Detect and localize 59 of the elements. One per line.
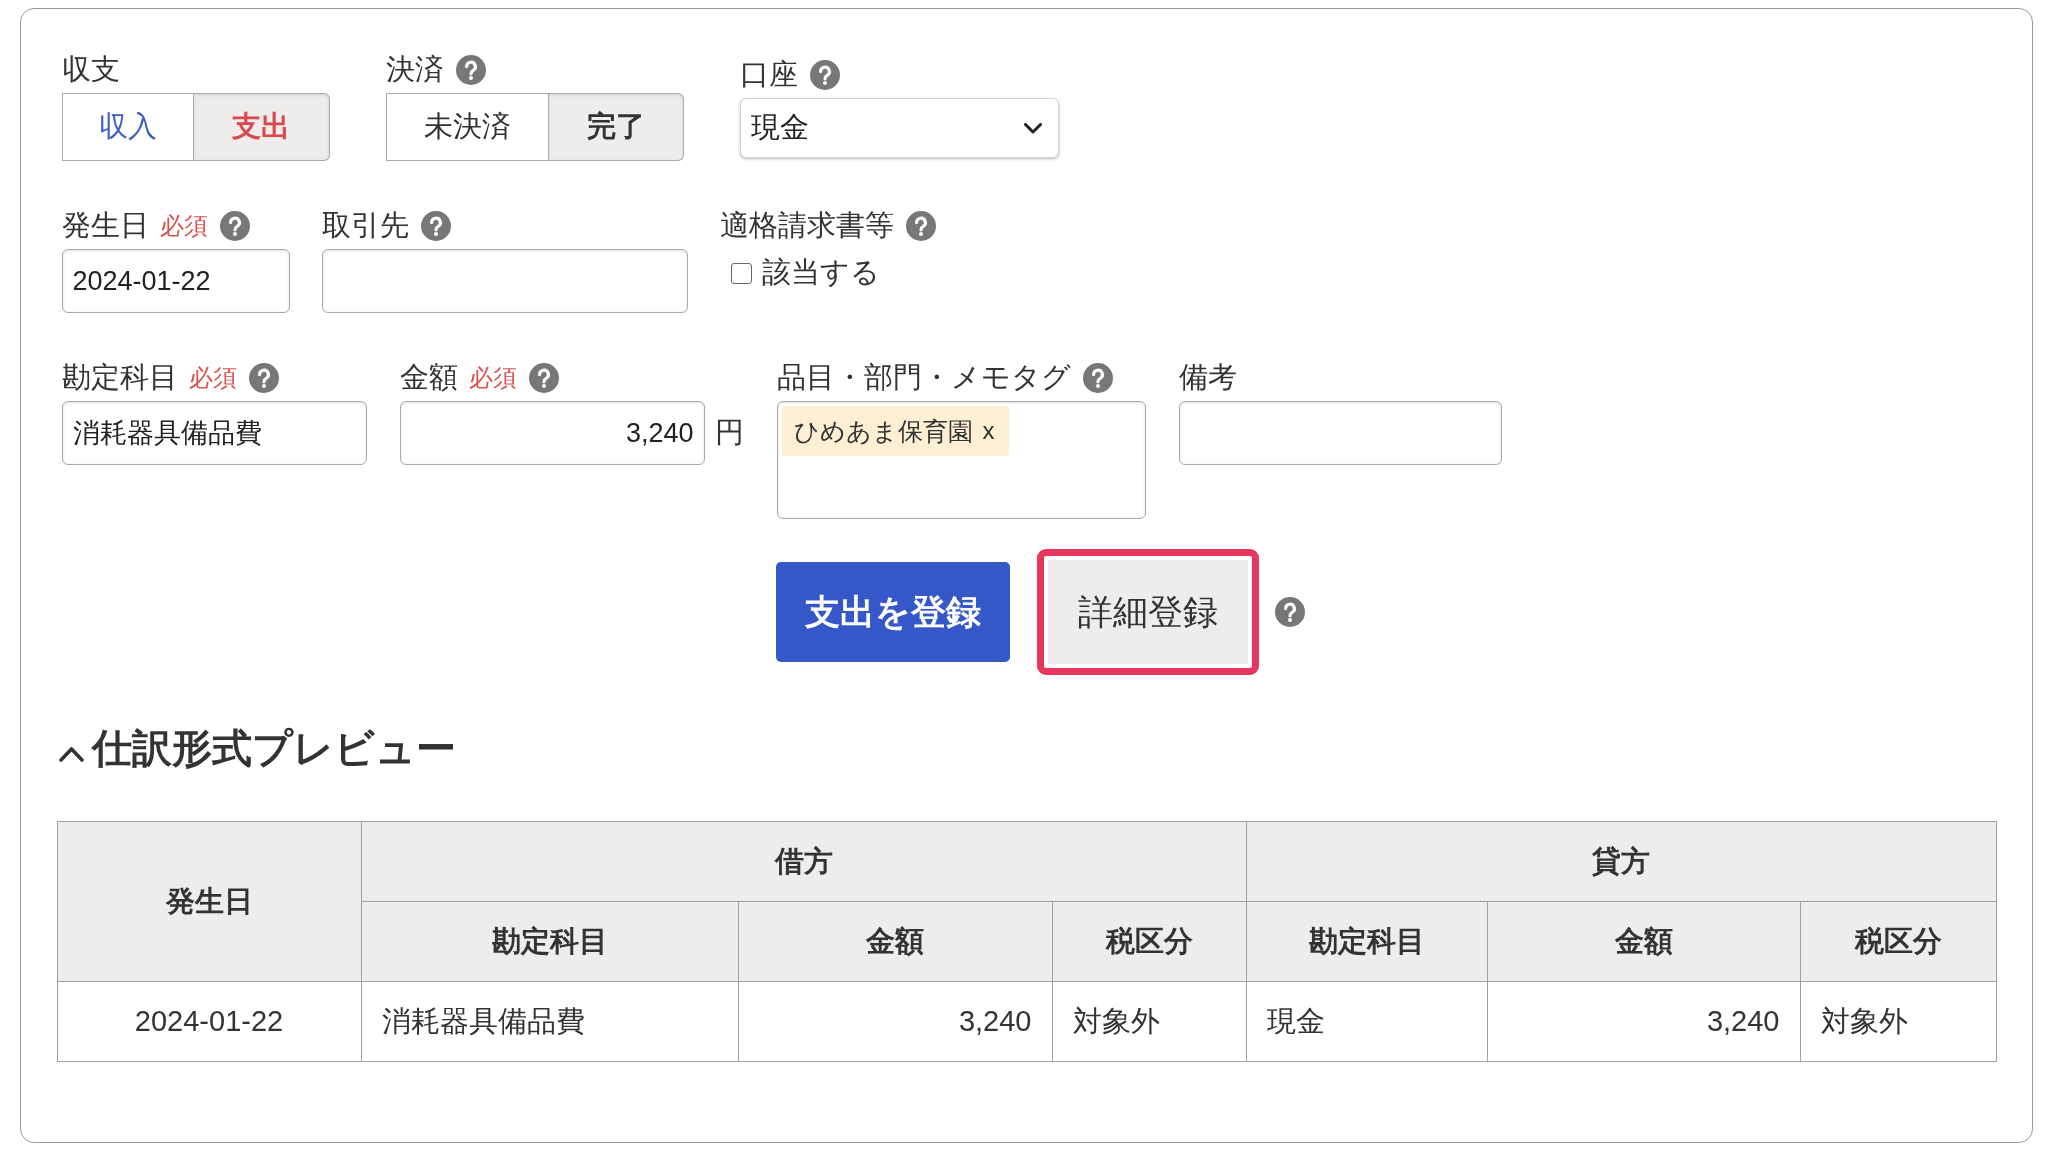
section-title: 仕訳形式プレビュー bbox=[91, 724, 456, 772]
toggle-button[interactable]: 完了 bbox=[548, 93, 684, 161]
tag-label: ひめあま保育園 bbox=[793, 415, 973, 447]
column-header: 金額 bbox=[1487, 901, 1800, 982]
column-header: 税区分 bbox=[1800, 901, 1996, 982]
help-icon[interactable] bbox=[455, 55, 486, 85]
table-cell: 対象外 bbox=[1800, 981, 1996, 1062]
register-button[interactable]: 支出を登録 bbox=[775, 562, 1010, 662]
help-icon[interactable] bbox=[528, 363, 559, 393]
help-icon[interactable] bbox=[219, 211, 250, 241]
field-label: 口座 bbox=[739, 57, 798, 92]
field-label: 適格請求書等 bbox=[719, 208, 894, 243]
chevron-down-icon bbox=[1023, 122, 1042, 134]
toggle-button[interactable]: 未決済 bbox=[385, 93, 549, 161]
help-icon[interactable] bbox=[248, 363, 279, 393]
required-label: 必須 bbox=[159, 211, 208, 241]
account-select[interactable]: 現金 bbox=[739, 98, 1059, 158]
column-header: 借方 bbox=[361, 821, 1246, 902]
checkbox[interactable] bbox=[730, 262, 752, 284]
field-label: 発生日 bbox=[61, 208, 149, 243]
required-label: 必須 bbox=[188, 363, 237, 393]
field-label: 決済 bbox=[385, 52, 444, 87]
account-item-input[interactable]: 消耗器具備品費 bbox=[61, 401, 367, 465]
column-header: 貸方 bbox=[1246, 821, 1996, 902]
column-header: 勘定科目 bbox=[1246, 901, 1487, 982]
table-cell: 2024-01-22 bbox=[57, 981, 361, 1062]
help-icon[interactable] bbox=[905, 211, 936, 241]
tag-input-field[interactable]: ひめあま保育園 x bbox=[776, 401, 1146, 519]
partner-input[interactable] bbox=[321, 249, 688, 313]
table-cell: 消耗器具備品費 bbox=[361, 981, 738, 1062]
remove-button[interactable]: x bbox=[982, 417, 995, 445]
column-header: 金額 bbox=[738, 901, 1052, 982]
checkbox-label[interactable]: 該当する bbox=[761, 253, 880, 293]
detail-button[interactable]: 詳細登録 bbox=[1036, 549, 1259, 675]
field-label: 取引先 bbox=[321, 208, 409, 243]
field-label: 金額 bbox=[399, 360, 458, 395]
memo-input[interactable] bbox=[1178, 401, 1502, 465]
field-label: 勘定科目 bbox=[61, 360, 178, 395]
table-cell: 3,240 bbox=[738, 981, 1052, 1062]
field-label: 品目・部門・メモタグ bbox=[776, 360, 1071, 395]
field-label: 備考 bbox=[1178, 360, 1237, 395]
table-cell: 現金 bbox=[1246, 981, 1487, 1062]
toggle-button[interactable]: 支出 bbox=[193, 93, 330, 161]
unit-label: 円 bbox=[714, 415, 744, 450]
table-cell: 3,240 bbox=[1487, 981, 1800, 1062]
table-cell: 対象外 bbox=[1052, 981, 1246, 1062]
help-icon[interactable] bbox=[1082, 363, 1113, 393]
chevron-up-icon[interactable] bbox=[57, 745, 85, 763]
date-input[interactable]: 2024-01-22 bbox=[61, 249, 290, 313]
help-icon[interactable] bbox=[809, 60, 840, 90]
help-icon[interactable] bbox=[420, 211, 451, 241]
toggle-button[interactable]: 収入 bbox=[61, 93, 194, 161]
help-icon[interactable] bbox=[1274, 597, 1305, 627]
column-header: 税区分 bbox=[1052, 901, 1246, 982]
column-header: 発生日 bbox=[57, 821, 361, 982]
required-label: 必須 bbox=[468, 363, 517, 393]
column-header: 勘定科目 bbox=[361, 901, 738, 982]
field-label: 収支 bbox=[61, 52, 120, 87]
amount-input[interactable]: 3,240 bbox=[399, 401, 705, 465]
